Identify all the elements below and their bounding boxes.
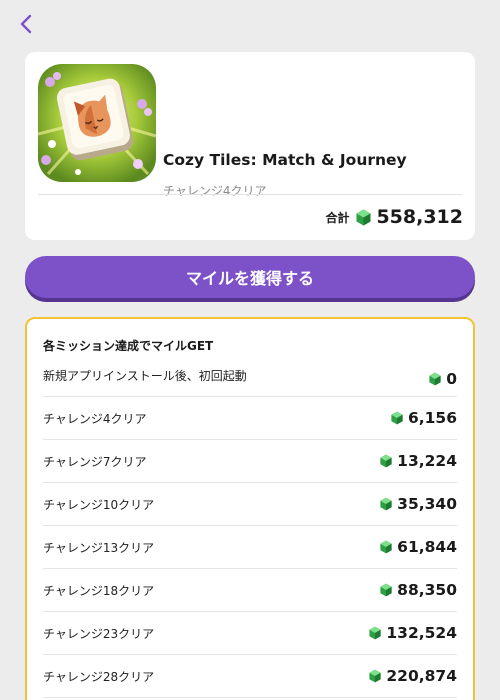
mission-row: チャレンジ28クリア 220,874 xyxy=(43,655,457,698)
mission-reward: 35,340 xyxy=(380,495,457,513)
green-gem-icon xyxy=(380,497,392,511)
mission-label: チャレンジ4クリア xyxy=(43,411,147,426)
mission-reward: 220,874 xyxy=(369,667,457,685)
mission-label: チャレンジ23クリア xyxy=(43,626,155,641)
green-gem-icon xyxy=(356,209,371,225)
mission-value: 35,340 xyxy=(397,495,457,513)
mission-label: チャレンジ18クリア xyxy=(43,583,155,598)
divider xyxy=(38,194,462,195)
mission-reward: 6,156 xyxy=(391,409,457,427)
green-gem-icon xyxy=(380,583,392,597)
mission-value: 13,224 xyxy=(397,452,457,470)
mission-row: 新規アプリインストール後、初回起動 0 xyxy=(43,361,457,397)
mission-label: チャレンジ10クリア xyxy=(43,497,155,512)
mission-row: チャレンジ4クリア 6,156 xyxy=(43,397,457,440)
get-miles-button[interactable]: マイルを獲得する xyxy=(25,256,475,298)
mission-label: チャレンジ28クリア xyxy=(43,669,155,684)
green-gem-icon xyxy=(380,454,392,468)
mission-reward: 88,350 xyxy=(380,581,457,599)
mission-row: チャレンジ10クリア 35,340 xyxy=(43,483,457,526)
mission-label: チャレンジ13クリア xyxy=(43,540,155,555)
mission-reward: 61,844 xyxy=(380,538,457,556)
mission-list: 新規アプリインストール後、初回起動 0 チャレンジ4クリア 6,156 チャレン… xyxy=(43,361,457,698)
chevron-left-icon xyxy=(20,14,32,34)
mission-row: チャレンジ23クリア 132,524 xyxy=(43,612,457,655)
mission-reward: 13,224 xyxy=(380,452,457,470)
total-label: 合計 xyxy=(325,210,350,225)
green-gem-icon xyxy=(369,626,381,640)
mission-value: 220,874 xyxy=(386,667,457,685)
mission-value: 0 xyxy=(446,369,457,388)
green-gem-icon xyxy=(369,669,381,683)
mission-value: 6,156 xyxy=(407,409,457,427)
back-button[interactable] xyxy=(12,8,40,40)
mission-row: チャレンジ7クリア 13,224 xyxy=(43,440,457,483)
mission-value: 88,350 xyxy=(397,581,457,599)
total-miles: 合計 558,312 xyxy=(325,206,463,228)
mission-row: チャレンジ13クリア 61,844 xyxy=(43,526,457,569)
total-value: 558,312 xyxy=(376,206,463,228)
mission-header: 各ミッション達成でマイルGET xyxy=(43,339,214,353)
mission-reward: 132,524 xyxy=(369,624,457,642)
app-subtitle: チャレンジ4クリア xyxy=(163,184,267,198)
green-gem-icon xyxy=(391,411,403,425)
mission-value: 61,844 xyxy=(397,538,457,556)
app-title: Cozy Tiles: Match & Journey xyxy=(163,151,407,169)
green-gem-icon xyxy=(429,372,441,385)
mission-label: 新規アプリインストール後、初回起動 xyxy=(43,369,247,383)
mission-reward: 0 xyxy=(429,370,457,388)
mission-label: チャレンジ7クリア xyxy=(43,454,147,469)
mission-value: 132,524 xyxy=(386,624,457,642)
mission-row: チャレンジ18クリア 88,350 xyxy=(43,569,457,612)
green-gem-icon xyxy=(380,540,392,554)
app-card: Cozy Tiles: Match & Journey チャレンジ4クリア 合計… xyxy=(25,52,475,240)
mission-card: 各ミッション達成でマイルGET 新規アプリインストール後、初回起動 0 チャレン… xyxy=(25,317,475,700)
cat-tile-app-icon xyxy=(38,64,156,182)
